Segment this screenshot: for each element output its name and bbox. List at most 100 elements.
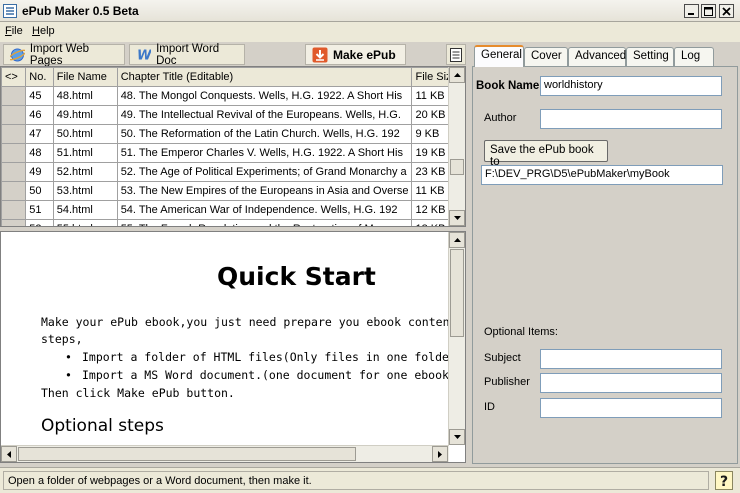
- bullet-marker: •: [65, 350, 72, 364]
- table-row[interactable]: 47 50.html 50. The Reformation of the Lati…: [1, 124, 465, 144]
- row-selector[interactable]: [1, 219, 27, 226]
- doc-scroll-left-button[interactable]: [1, 446, 17, 462]
- arrow-up-icon: [453, 73, 461, 77]
- doc-title: Quick Start: [217, 262, 376, 291]
- menu-help[interactable]: Help: [32, 25, 55, 37]
- doc-hscroll-thumb[interactable]: [18, 447, 356, 461]
- document-preview: Quick Start Make your ePub ebook,you jus…: [0, 231, 466, 463]
- cell-chapter-title[interactable]: 52. The Age of Political Experiments; of…: [116, 162, 413, 182]
- arrow-left-icon: [7, 450, 11, 458]
- doc-scroll-thumb[interactable]: [450, 249, 464, 337]
- header-no[interactable]: No.: [25, 67, 54, 87]
- cell-file-name[interactable]: 54.html: [52, 200, 118, 220]
- toggle-list-button[interactable]: [446, 44, 466, 65]
- cell-no[interactable]: 46: [25, 105, 54, 125]
- grid-scroll-thumb[interactable]: [450, 159, 464, 175]
- cell-file-name[interactable]: 49.html: [52, 105, 118, 125]
- doc-outro: Then click Make ePub button.: [41, 386, 235, 400]
- row-selector[interactable]: [1, 124, 27, 144]
- publisher-field[interactable]: [540, 373, 722, 393]
- id-field[interactable]: [540, 398, 722, 418]
- table-row[interactable]: 46 49.html 49. The Intellectual Revival of…: [1, 105, 465, 125]
- cell-chapter-title[interactable]: 54. The American War of Independence. We…: [116, 200, 413, 220]
- cell-chapter-title[interactable]: 48. The Mongol Conquests. Wells, H.G. 19…: [116, 86, 413, 106]
- arrow-down-icon: [453, 435, 461, 439]
- import-web-label: Import Web Pages: [29, 42, 90, 67]
- table-body: 45 48.html 48. The Mongol Conquests. Wells…: [1, 86, 465, 226]
- cell-no[interactable]: 48: [25, 143, 54, 163]
- cell-file-name[interactable]: 55.html: [52, 219, 118, 226]
- close-button[interactable]: [719, 4, 734, 18]
- cell-no[interactable]: 49: [25, 162, 54, 182]
- book-name-field[interactable]: worldhistory: [540, 76, 722, 96]
- header-chapter-title[interactable]: Chapter Title (Editable): [116, 67, 413, 87]
- cell-chapter-title[interactable]: 55. The French Revolution and the Restor…: [116, 219, 413, 226]
- import-word-button[interactable]: W Import Word Doc: [129, 43, 245, 67]
- cell-no[interactable]: 51: [25, 200, 54, 220]
- make-epub-button[interactable]: Make ePub: [305, 44, 406, 65]
- cell-chapter-title[interactable]: 53. The New Empires of the Europeans in …: [116, 181, 413, 201]
- row-selector[interactable]: [1, 105, 27, 125]
- cell-no[interactable]: 47: [25, 124, 54, 144]
- make-epub-label: Make ePub: [333, 47, 396, 62]
- list-view-icon: [450, 47, 462, 62]
- subject-label: Subject: [484, 352, 521, 364]
- table-row[interactable]: 49 52.html 52. The Age of Political Experi…: [1, 162, 465, 182]
- table-row[interactable]: 5255.html55. The French Revolution and t…: [1, 219, 465, 226]
- doc-scroll-up-button[interactable]: [449, 232, 465, 248]
- grid-vertical-scrollbar[interactable]: [448, 67, 465, 226]
- subject-field[interactable]: [540, 349, 722, 369]
- doc-scroll-down-button[interactable]: [449, 429, 465, 445]
- tab-setting[interactable]: Setting: [626, 47, 674, 66]
- download-icon: [312, 47, 328, 62]
- cell-file-name[interactable]: 53.html: [52, 181, 118, 201]
- status-bar: Open a folder of webpages or a Word docu…: [0, 467, 740, 493]
- row-selector[interactable]: [1, 181, 27, 201]
- word-icon: W: [137, 48, 151, 62]
- row-selector[interactable]: [1, 143, 27, 163]
- cell-file-name[interactable]: 52.html: [52, 162, 118, 182]
- doc-heading-optional: Optional steps: [41, 416, 164, 436]
- grid-scroll-up-button[interactable]: [449, 67, 465, 83]
- table-row[interactable]: 45 48.html 48. The Mongol Conquests. Wells…: [1, 86, 465, 106]
- doc-scroll-right-button[interactable]: [432, 446, 448, 462]
- doc-intro-line1: Make your ePub ebook,you just need prepa…: [41, 315, 466, 329]
- cell-file-name[interactable]: 51.html: [52, 143, 118, 163]
- app-menu-icon[interactable]: [3, 4, 17, 18]
- cell-no[interactable]: 52: [25, 219, 54, 226]
- row-selector[interactable]: [1, 86, 27, 106]
- cell-no[interactable]: 50: [25, 181, 54, 201]
- menu-file[interactable]: File: [5, 25, 23, 37]
- table-row[interactable]: 48 51.html 51. The Emperor Charles V. Well…: [1, 143, 465, 163]
- cell-chapter-title[interactable]: 50. The Reformation of the Latin Church.…: [116, 124, 413, 144]
- row-selector[interactable]: [1, 200, 27, 220]
- tab-log[interactable]: Log: [674, 47, 714, 66]
- id-label: ID: [484, 401, 495, 413]
- save-path-field[interactable]: F:\DEV_PRG\D5\ePubMaker\myBook: [481, 165, 723, 185]
- author-field[interactable]: [540, 109, 722, 129]
- tab-cover[interactable]: Cover: [524, 47, 568, 66]
- arrow-right-icon: [438, 450, 442, 458]
- help-icon[interactable]: ?: [715, 471, 733, 490]
- table-row[interactable]: 50 53.html 53. The New Empires of the Euro…: [1, 181, 465, 201]
- cell-chapter-title[interactable]: 49. The Intellectual Revival of the Euro…: [116, 105, 413, 125]
- import-web-button[interactable]: Import Web Pages: [3, 42, 125, 67]
- save-book-button[interactable]: Save the ePub book to: [484, 140, 608, 168]
- grid-scroll-down-button[interactable]: [449, 210, 465, 226]
- maximize-button[interactable]: [701, 4, 716, 18]
- table-row[interactable]: 51 54.html 54. The American War of Indepen…: [1, 200, 465, 220]
- cell-no[interactable]: 45: [25, 86, 54, 106]
- bullet-marker: •: [65, 368, 72, 382]
- tab-advanced[interactable]: Advanced: [568, 47, 626, 66]
- doc-horizontal-scrollbar[interactable]: [1, 445, 449, 462]
- cell-chapter-title[interactable]: 51. The Emperor Charles V. Wells, H.G. 1…: [116, 143, 413, 163]
- cell-file-name[interactable]: 50.html: [52, 124, 118, 144]
- tab-general[interactable]: General: [474, 45, 524, 67]
- header-file-name[interactable]: File Name: [52, 67, 118, 87]
- row-selector[interactable]: [1, 162, 27, 182]
- header-toggle[interactable]: <>: [1, 67, 27, 87]
- doc-vertical-scrollbar[interactable]: [448, 232, 465, 445]
- title-bar: ePub Maker 0.5 Beta: [0, 0, 740, 22]
- cell-file-name[interactable]: 48.html: [52, 86, 118, 106]
- minimize-button[interactable]: [684, 4, 699, 18]
